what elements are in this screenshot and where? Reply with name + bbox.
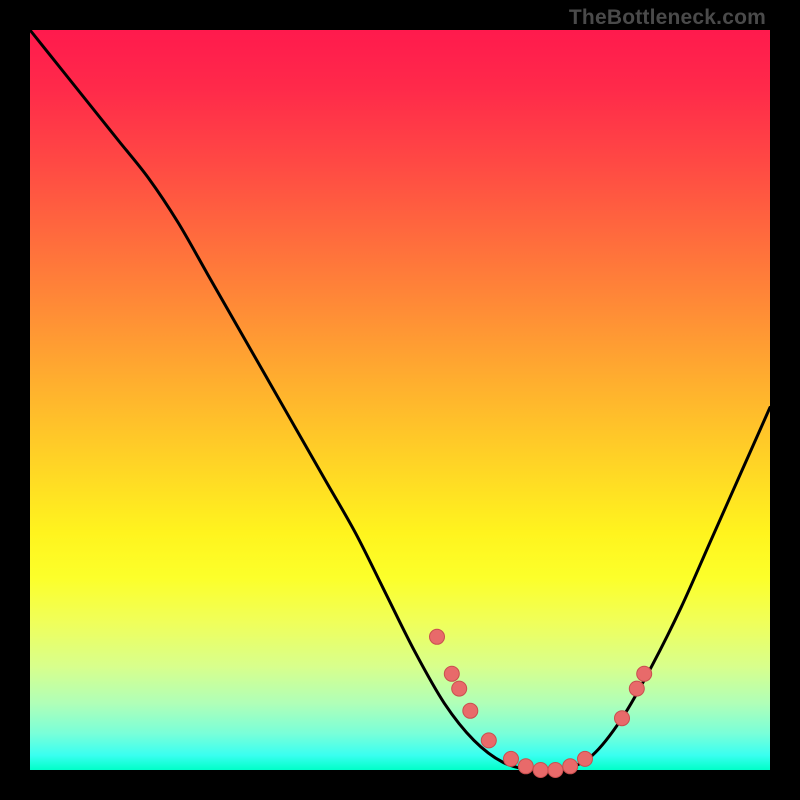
marker-point	[463, 703, 478, 718]
marker-point	[452, 681, 467, 696]
watermark-text: TheBottleneck.com	[569, 6, 766, 30]
marker-point	[548, 763, 563, 778]
marker-point	[504, 751, 519, 766]
marker-point	[533, 763, 548, 778]
marker-point	[444, 666, 459, 681]
marker-group	[430, 629, 652, 777]
bottleneck-curve	[30, 30, 770, 771]
marker-point	[578, 751, 593, 766]
marker-point	[563, 759, 578, 774]
chart-svg	[30, 30, 770, 770]
marker-point	[518, 759, 533, 774]
marker-point	[430, 629, 445, 644]
marker-point	[637, 666, 652, 681]
marker-point	[615, 711, 630, 726]
marker-point	[481, 733, 496, 748]
chart-frame: TheBottleneck.com	[0, 0, 800, 800]
marker-point	[629, 681, 644, 696]
